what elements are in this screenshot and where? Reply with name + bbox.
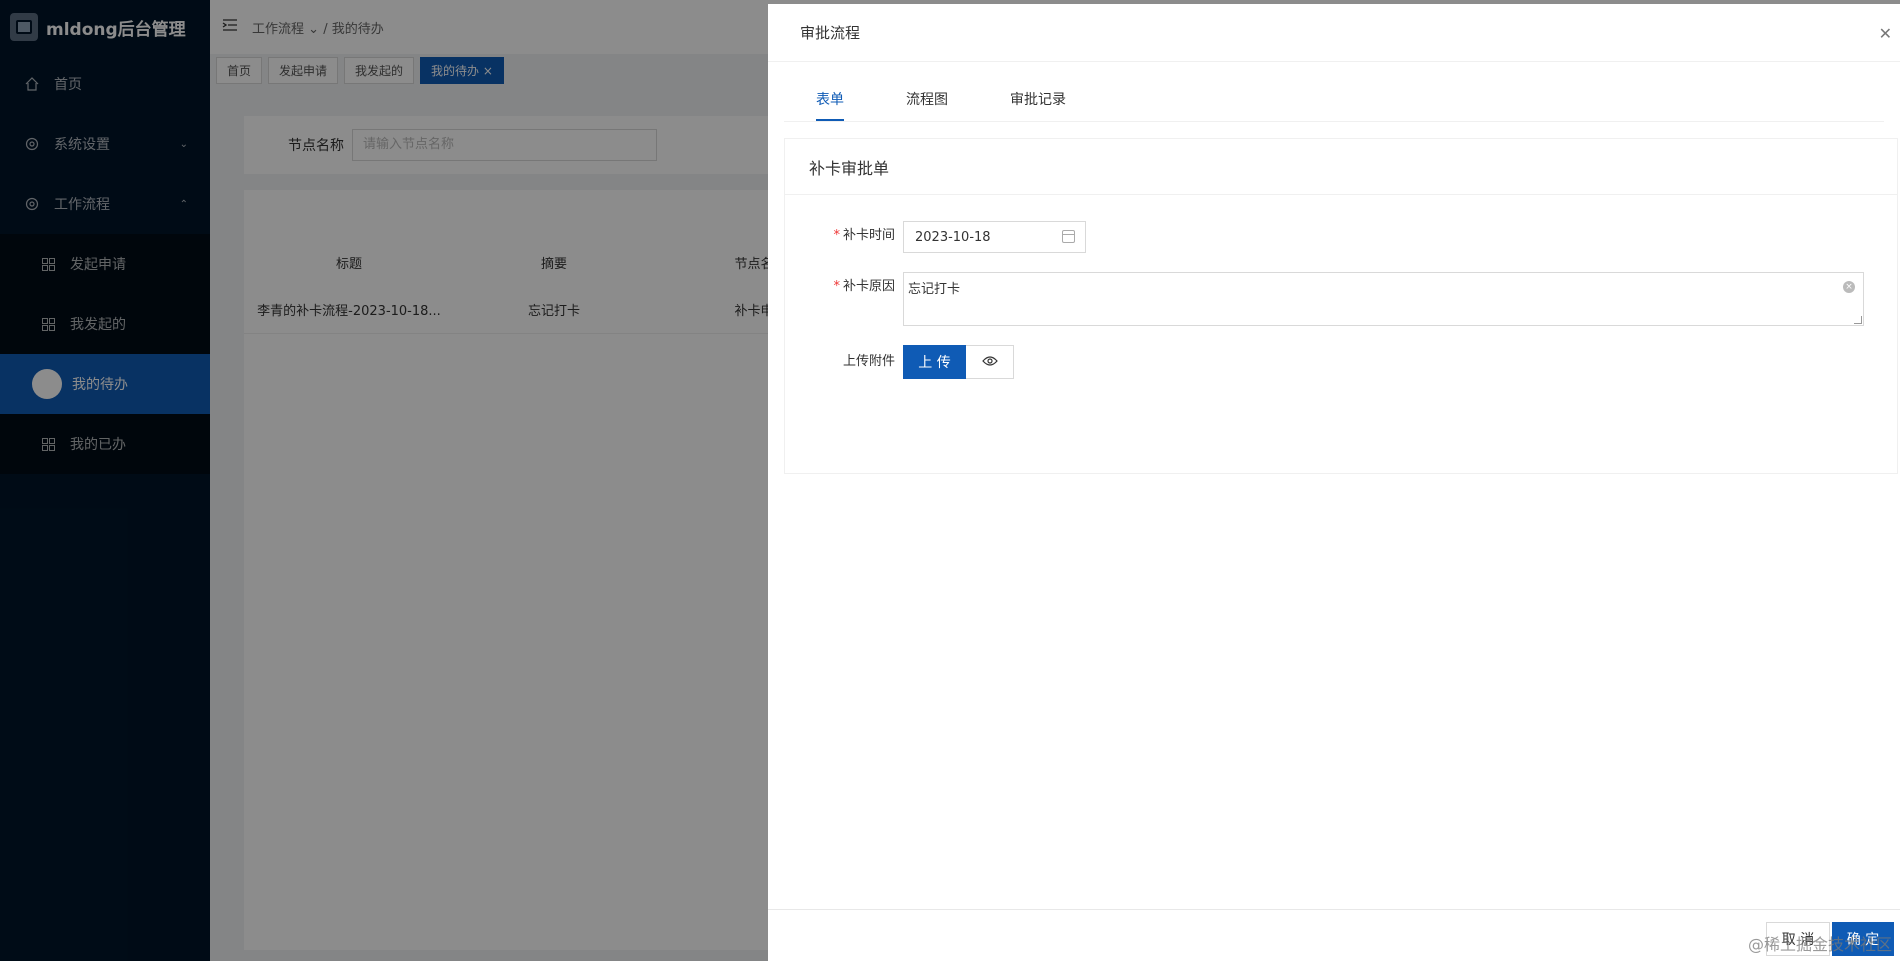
watermark: @稀土掘金技术社区	[1747, 935, 1892, 954]
date-value: 2023-10-18	[915, 229, 991, 245]
clear-icon[interactable]: ×	[1843, 281, 1855, 293]
reason-textarea[interactable]: 忘记打卡 ×	[903, 272, 1864, 326]
form-title: 补卡审批单	[785, 139, 1897, 195]
drawer-header: 审批流程 ✕	[768, 4, 1900, 62]
drawer-title: 审批流程	[800, 24, 861, 42]
form-row-reason: * 补卡原因 忘记打卡 ×	[785, 272, 1864, 326]
form-row-attachment: 上传附件 上 传	[785, 345, 1014, 379]
eye-icon	[981, 355, 998, 370]
required-mark: *	[833, 228, 840, 243]
close-icon[interactable]: ✕	[1879, 24, 1892, 43]
calendar-icon	[1062, 230, 1075, 243]
form-card: 补卡审批单 * 补卡时间 2023-10-18 * 补卡原因 忘记打卡 × 上传附件…	[784, 138, 1898, 474]
date-picker[interactable]: 2023-10-18	[903, 221, 1086, 253]
tab-approval-records[interactable]: 审批记录	[1010, 89, 1066, 121]
upload-button[interactable]: 上 传	[903, 345, 966, 379]
form-label: * 补卡原因	[785, 272, 903, 302]
form-label: * 补卡时间	[785, 221, 903, 251]
required-mark: *	[833, 279, 840, 294]
drawer-tabs: 表单 流程图 审批记录	[784, 62, 1884, 122]
drawer-footer: 取 消 确 定 @稀土掘金技术社区	[768, 909, 1900, 961]
form-label: 上传附件	[842, 354, 895, 369]
form-label-text: 补卡原因	[842, 279, 895, 294]
tab-flowchart[interactable]: 流程图	[906, 89, 948, 121]
resize-handle-icon[interactable]	[1854, 316, 1862, 324]
form-row-time: * 补卡时间 2023-10-18	[785, 221, 1086, 253]
approval-drawer: 审批流程 ✕ 表单 流程图 审批记录 补卡审批单 * 补卡时间 2023-10-1…	[768, 4, 1900, 961]
form-label-text: 补卡时间	[842, 228, 895, 243]
preview-button[interactable]	[966, 345, 1014, 379]
tab-form[interactable]: 表单	[816, 89, 844, 121]
reason-value: 忘记打卡	[908, 282, 961, 297]
